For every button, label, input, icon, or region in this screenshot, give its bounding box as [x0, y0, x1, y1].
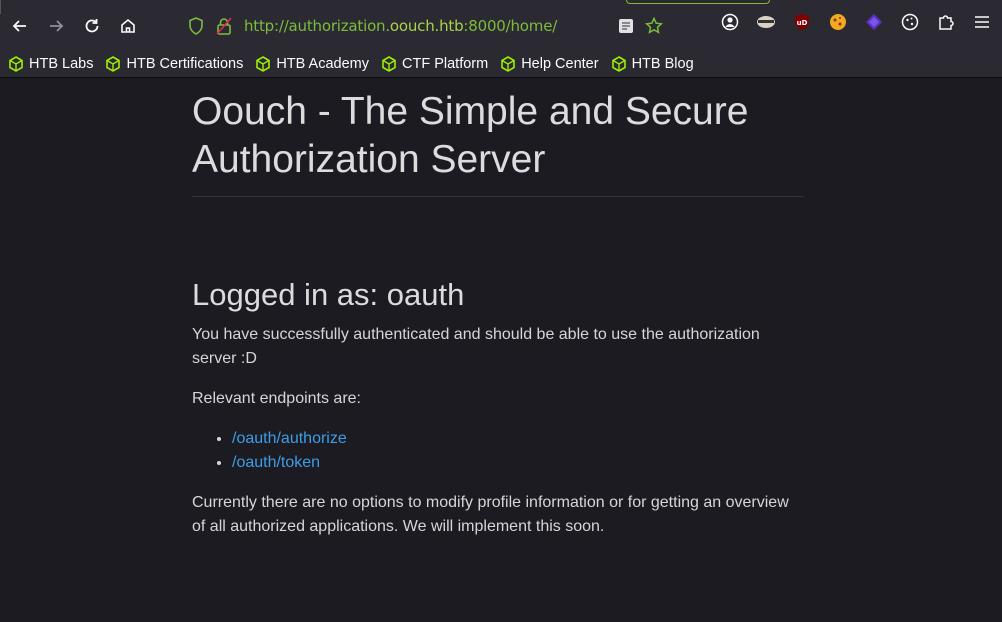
bookmark-htb-academy[interactable]: HTB Academy: [255, 56, 369, 72]
shield-icon[interactable]: [188, 17, 204, 35]
extension-diamond-icon[interactable]: [864, 12, 884, 32]
lock-warning-icon[interactable]: [216, 17, 232, 35]
htb-cube-icon: [501, 56, 516, 72]
back-icon[interactable]: [4, 10, 36, 42]
extensions-bar: uD: [720, 12, 992, 32]
page-title: Oouch - The Simple and Secure Authorizat…: [192, 88, 804, 197]
bookmark-label: HTB Certifications: [126, 56, 244, 72]
bookmark-label: HTB Academy: [276, 56, 369, 72]
endpoints-intro: Relevant endpoints are:: [192, 390, 361, 407]
extension-ninja-icon[interactable]: [756, 12, 776, 32]
svg-text:uD: uD: [797, 19, 808, 27]
bookmark-label: HTB Labs: [29, 56, 94, 72]
success-text: You have successfully authenticated and …: [192, 326, 760, 367]
authorize-endpoint-link[interactable]: /oauth/authorize: [232, 430, 347, 447]
star-icon[interactable]: [644, 16, 664, 40]
footer-text: Currently there are no options to modify…: [192, 494, 789, 535]
htb-cube-icon: [9, 56, 23, 72]
reload-icon[interactable]: [76, 10, 108, 42]
token-endpoint-link[interactable]: /oauth/token: [232, 454, 320, 471]
bookmark-label: CTF Platform: [402, 56, 489, 72]
page-content: Oouch - The Simple and Secure Authorizat…: [192, 88, 804, 555]
bookmark-label: HTB Blog: [631, 56, 694, 72]
ublock-icon[interactable]: uD: [792, 12, 812, 32]
browser-toolbar: http://authorization.oouch.htb:8000/home…: [0, 0, 1002, 56]
reader-view-icon[interactable]: [618, 18, 634, 39]
logged-in-heading: Logged in as: oauth: [192, 277, 465, 312]
bookmarks-bar: HTB Labs HTB Certifications HTB Academy …: [0, 51, 1002, 78]
htb-cube-icon: [256, 56, 271, 72]
htb-cube-icon: [382, 56, 396, 72]
bookmark-ctf-platform[interactable]: CTF Platform: [381, 56, 488, 72]
bookmark-htb-certifications[interactable]: HTB Certifications: [105, 56, 243, 72]
url-text[interactable]: http://authorization.oouch.htb:8000/home…: [244, 17, 557, 35]
menu-icon[interactable]: [972, 12, 992, 32]
extension-cookie-outline-icon[interactable]: [900, 12, 920, 32]
bookmark-htb-blog[interactable]: HTB Blog: [611, 56, 694, 72]
forward-icon[interactable]: [40, 10, 72, 42]
url-prefix: http://authorization.: [244, 17, 390, 35]
bookmark-htb-labs[interactable]: HTB Labs: [8, 56, 93, 72]
list-item: /oauth/token: [232, 451, 804, 475]
htb-cube-icon: [611, 56, 626, 72]
extension-cookie-icon[interactable]: [828, 12, 848, 32]
extensions-puzzle-icon[interactable]: [936, 12, 956, 32]
url-suffix: :8000/home/: [463, 17, 558, 35]
bookmark-label: Help Center: [521, 56, 599, 72]
url-host: oouch.htb: [389, 17, 464, 35]
list-item: /oauth/authorize: [232, 427, 804, 451]
htb-cube-icon: [106, 56, 121, 72]
account-icon[interactable]: [720, 12, 740, 32]
endpoints-list: /oauth/authorize /oauth/token: [192, 427, 804, 475]
home-icon[interactable]: [112, 10, 144, 42]
bookmark-help-center[interactable]: Help Center: [500, 56, 599, 72]
url-bar[interactable]: http://authorization.oouch.htb:8000/home…: [180, 10, 680, 42]
